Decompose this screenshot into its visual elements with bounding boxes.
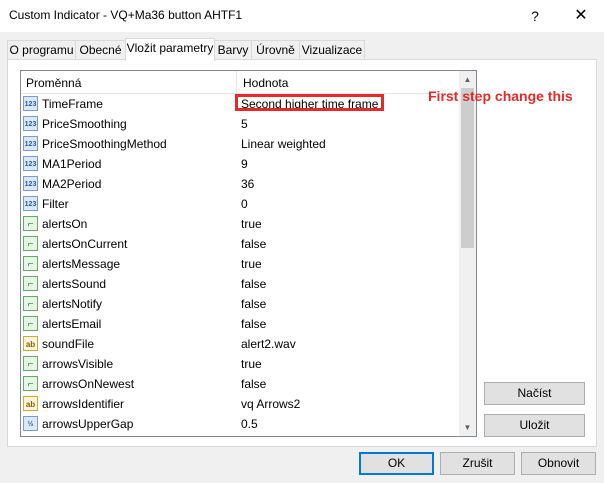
parameter-name: arrowsUpperGap xyxy=(42,417,134,431)
parameter-row[interactable]: 123 MA2Period 36 xyxy=(21,174,459,194)
tab-obecne[interactable]: Obecné xyxy=(75,40,126,60)
parameter-row[interactable]: ⌐ alertsOnCurrent false xyxy=(21,234,459,254)
title-bar: Custom Indicator - VQ+Ma36 button AHTF1 … xyxy=(0,0,604,32)
parameter-value[interactable]: vq Arrows2 xyxy=(241,397,300,411)
parameter-value[interactable]: true xyxy=(241,217,262,231)
parameter-row[interactable]: 123 Filter 0 xyxy=(21,194,459,214)
parameter-value[interactable]: 0.5 xyxy=(241,417,258,431)
parameter-name: alertsOn xyxy=(42,217,88,231)
boolean-type-icon: ⌐ xyxy=(23,296,38,311)
parameter-name: alertsNotify xyxy=(42,297,103,311)
parameter-value[interactable]: 9 xyxy=(241,157,248,171)
parameter-name: alertsOnCurrent xyxy=(42,237,128,251)
integer-type-icon: 123 xyxy=(23,96,38,111)
close-button[interactable]: ✕ xyxy=(558,0,604,32)
double-type-icon: ½ xyxy=(23,416,38,431)
highlight-box xyxy=(235,94,384,111)
parameter-name: PriceSmoothingMethod xyxy=(42,137,167,151)
parameter-name: arrowsIdentifier xyxy=(42,397,125,411)
integer-type-icon: 123 xyxy=(23,156,38,171)
parameter-value[interactable]: 5 xyxy=(241,117,248,131)
column-header-name[interactable]: Proměnná xyxy=(26,76,81,90)
cancel-button[interactable]: Zrušit xyxy=(440,452,515,475)
scroll-up-arrow-icon[interactable]: ▲ xyxy=(459,71,476,88)
column-separator[interactable] xyxy=(236,71,237,93)
grid-header: Proměnná Hodnota xyxy=(21,71,459,94)
parameter-value[interactable]: Linear weighted xyxy=(241,137,326,151)
boolean-type-icon: ⌐ xyxy=(23,236,38,251)
parameter-row[interactable]: ⌐ alertsMessage true xyxy=(21,254,459,274)
parameter-name: PriceSmoothing xyxy=(42,117,127,131)
integer-type-icon: 123 xyxy=(23,136,38,151)
integer-type-icon: 123 xyxy=(23,196,38,211)
parameter-row[interactable]: ⌐ arrowsVisible true xyxy=(21,354,459,374)
parameter-value[interactable]: false xyxy=(241,237,266,251)
boolean-type-icon: ⌐ xyxy=(23,356,38,371)
help-button[interactable]: ? xyxy=(512,0,558,32)
tab-vlozit-parametry[interactable]: Vložit parametry xyxy=(125,38,215,61)
string-type-icon: ab xyxy=(23,336,38,351)
ok-button[interactable]: OK xyxy=(359,452,434,475)
boolean-type-icon: ⌐ xyxy=(23,316,38,331)
parameter-row[interactable]: ab arrowsIdentifier vq Arrows2 xyxy=(21,394,459,414)
parameter-value[interactable]: alert2.wav xyxy=(241,337,296,351)
parameter-name: arrowsOnNewest xyxy=(42,377,135,391)
parameter-name: alertsEmail xyxy=(42,317,102,331)
parameter-value[interactable]: false xyxy=(241,377,266,391)
parameter-row[interactable]: ⌐ alertsOn true xyxy=(21,214,459,234)
save-button[interactable]: Uložit xyxy=(484,414,585,437)
tab-barvy[interactable]: Barvy xyxy=(214,40,252,60)
integer-type-icon: 123 xyxy=(23,176,38,191)
parameter-name: Filter xyxy=(42,197,69,211)
parameter-row[interactable]: ⌐ arrowsOnNewest false xyxy=(21,374,459,394)
parameter-value[interactable]: false xyxy=(241,277,266,291)
parameter-name: soundFile xyxy=(42,337,95,351)
column-header-value[interactable]: Hodnota xyxy=(243,76,288,90)
parameter-value[interactable]: true xyxy=(241,357,262,371)
parameter-row[interactable]: ⌐ alertsNotify false xyxy=(21,294,459,314)
parameter-value[interactable]: 36 xyxy=(241,177,254,191)
parameter-name: MA1Period xyxy=(42,157,102,171)
reset-button[interactable]: Obnovit xyxy=(521,452,596,475)
parameter-name: alertsSound xyxy=(42,277,107,291)
annotation-note: First step change this xyxy=(428,88,573,104)
boolean-type-icon: ⌐ xyxy=(23,376,38,391)
window-title: Custom Indicator - VQ+Ma36 button AHTF1 xyxy=(9,8,243,22)
parameter-value[interactable]: 0 xyxy=(241,197,248,211)
scroll-down-arrow-icon[interactable]: ▼ xyxy=(459,419,476,436)
vertical-scrollbar[interactable]: ▲ ▼ xyxy=(459,71,476,436)
boolean-type-icon: ⌐ xyxy=(23,256,38,271)
parameter-row[interactable]: ½ arrowsUpperGap 0.5 xyxy=(21,414,459,434)
parameters-grid[interactable]: Proměnná Hodnota 123 TimeFrame Second high… xyxy=(20,70,477,437)
boolean-type-icon: ⌐ xyxy=(23,216,38,231)
parameter-row[interactable]: ⌐ alertsSound false xyxy=(21,274,459,294)
load-button[interactable]: Načíst xyxy=(484,382,585,405)
parameter-value[interactable]: false xyxy=(241,297,266,311)
parameter-row[interactable]: ⌐ alertsEmail false xyxy=(21,314,459,334)
parameter-value[interactable]: true xyxy=(241,257,262,271)
parameter-value[interactable]: false xyxy=(241,317,266,331)
parameter-row[interactable]: 123 MA1Period 9 xyxy=(21,154,459,174)
parameter-name: TimeFrame xyxy=(42,97,103,111)
parameter-row[interactable]: ab soundFile alert2.wav xyxy=(21,334,459,354)
parameter-name: MA2Period xyxy=(42,177,102,191)
string-type-icon: ab xyxy=(23,396,38,411)
boolean-type-icon: ⌐ xyxy=(23,276,38,291)
parameter-name: alertsMessage xyxy=(42,257,121,271)
parameter-name: arrowsVisible xyxy=(42,357,114,371)
tab-vizualizace[interactable]: Vizualizace xyxy=(299,40,365,60)
scroll-thumb[interactable] xyxy=(461,88,474,248)
integer-type-icon: 123 xyxy=(23,116,38,131)
parameter-row[interactable]: 123 PriceSmoothing 5 xyxy=(21,114,459,134)
tab-urovne[interactable]: Úrovně xyxy=(251,40,300,60)
parameter-row[interactable]: 123 PriceSmoothingMethod Linear weighted xyxy=(21,134,459,154)
tab-o-programu[interactable]: O programu xyxy=(7,40,76,60)
